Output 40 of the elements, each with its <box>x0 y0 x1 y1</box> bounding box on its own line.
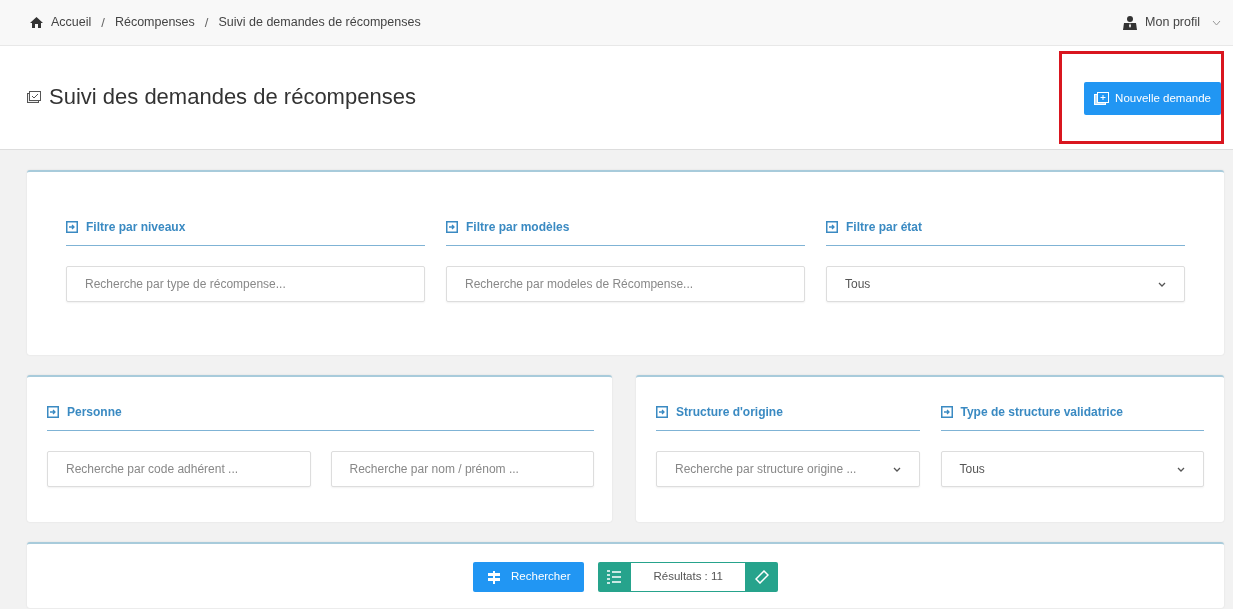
arrow-in-square-icon <box>66 221 78 233</box>
chevron-down-icon <box>892 466 901 472</box>
list-button[interactable] <box>598 562 631 592</box>
home-icon <box>30 17 43 28</box>
page-title: Suivi des demandes de récompenses <box>49 84 416 111</box>
profile-link[interactable]: Mon profil <box>1145 13 1200 32</box>
breadcrumb-separator: / <box>204 13 209 32</box>
breadcrumb-link[interactable]: Récompenses <box>114 13 195 32</box>
search-field[interactable]: Recherche par modeles de Récompense... <box>446 266 805 302</box>
field-heading: Type de structure validatrice <box>960 404 1123 421</box>
select-field[interactable]: Tous <box>826 266 1185 302</box>
signpost-icon <box>487 570 502 584</box>
arrow-in-square-icon <box>940 406 953 418</box>
cards-plus-icon <box>1094 92 1110 105</box>
search-field[interactable]: Recherche par nom / prénom ... <box>330 451 594 487</box>
search-field[interactable]: Recherche par type de récompense... <box>66 266 425 302</box>
field-heading: Structure d'origine <box>676 404 783 421</box>
chevron-down-icon <box>1212 19 1221 26</box>
arrow-in-square-icon <box>826 221 838 233</box>
clear-button[interactable] <box>745 562 778 592</box>
field-heading: Filtre par état <box>846 219 923 236</box>
field-heading: Filtre par niveaux <box>86 219 186 236</box>
breadcrumb-link[interactable]: Suivi de demandes de récompenses <box>218 13 421 32</box>
select-field[interactable]: Recherche par structure origine ... <box>656 451 920 487</box>
search-field[interactable]: Recherche par code adhérent ... <box>47 451 311 487</box>
chevron-down-icon <box>1158 281 1166 287</box>
eraser-icon <box>754 570 769 584</box>
breadcrumb-separator: / <box>101 13 105 32</box>
arrow-in-square-icon <box>446 221 458 233</box>
select-field[interactable]: Tous <box>940 451 1204 487</box>
chevron-down-icon <box>1177 466 1185 472</box>
user-icon <box>1123 15 1138 30</box>
field-heading: Filtre par modèles <box>466 219 570 236</box>
checklist-icon <box>27 91 41 104</box>
field-heading: Personne <box>67 404 122 421</box>
arrow-in-square-icon <box>656 406 668 418</box>
results-count: Résultats : 11 <box>630 562 746 592</box>
numbered-list-icon <box>607 570 622 584</box>
arrow-in-square-icon <box>47 406 59 418</box>
breadcrumb-link[interactable]: Accueil <box>51 13 92 32</box>
